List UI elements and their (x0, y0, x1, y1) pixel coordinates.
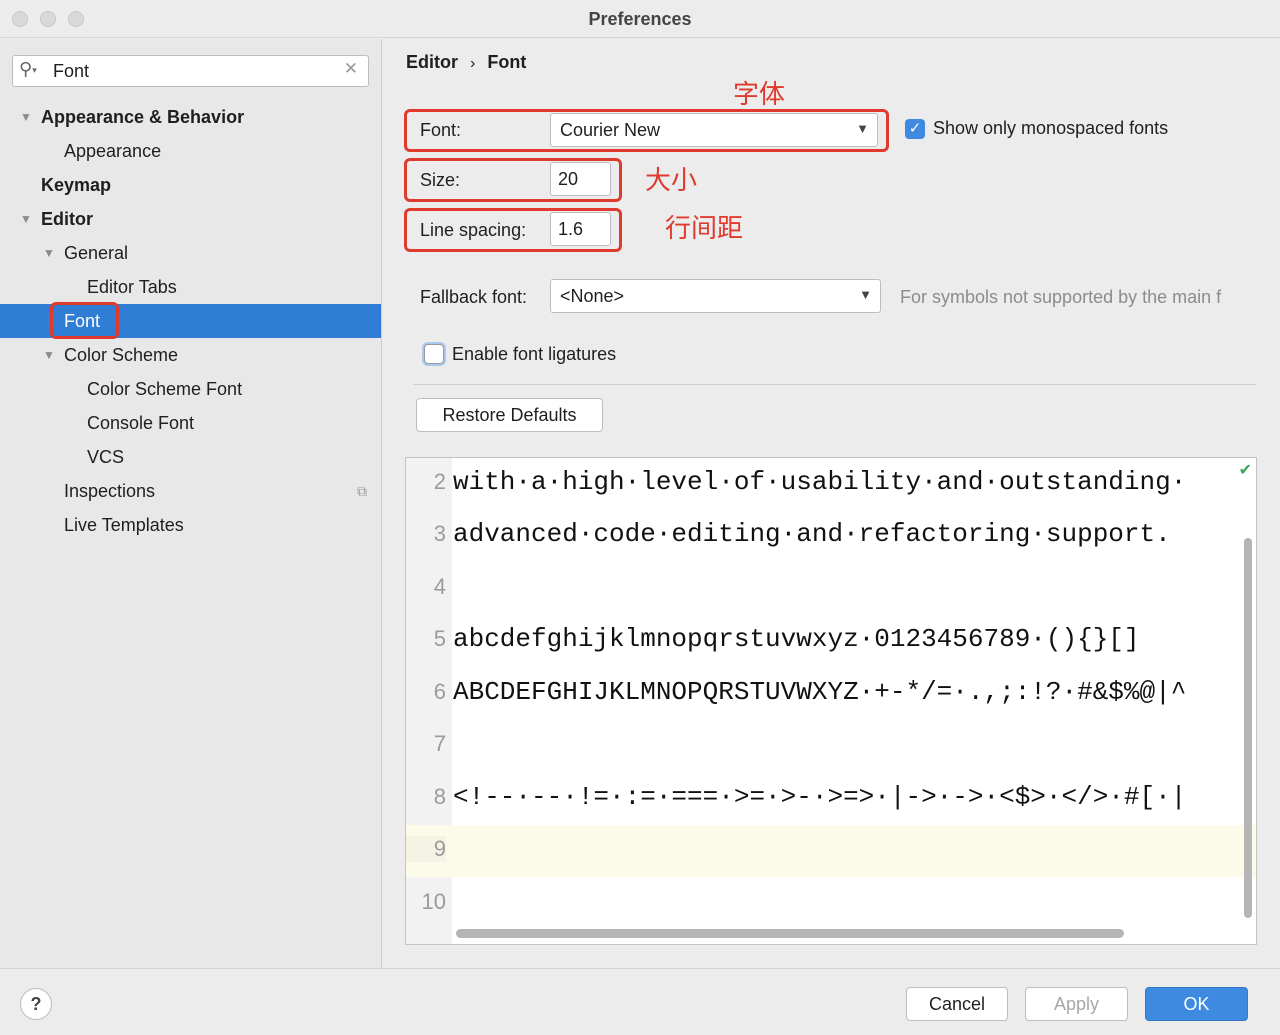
line-number: 3 (433, 521, 446, 546)
horizontal-scrollbar[interactable] (456, 929, 1124, 938)
breadcrumb-parent[interactable]: Editor (406, 52, 458, 72)
tree-item-label: Editor (41, 209, 93, 229)
ok-button[interactable]: OK (1145, 987, 1248, 1021)
preview-line: 3 advanced·code·editing·and·refactoring·… (406, 510, 1256, 562)
chevron-down-icon: ▼ (859, 287, 872, 302)
tree-item-label: Live Templates (64, 515, 184, 535)
fallback-font-value: <None> (560, 286, 625, 306)
tree-item-vcs[interactable]: VCS (0, 440, 381, 474)
tree-item-label: Editor Tabs (87, 277, 177, 297)
no-problems-check-icon: ✔ (1238, 462, 1252, 479)
annotation-highlight-font-item (50, 302, 119, 339)
help-button[interactable]: ? (20, 988, 52, 1020)
expanded-arrow-icon[interactable]: ▼ (20, 202, 32, 236)
apply-button[interactable]: Apply (1025, 987, 1128, 1021)
annotation-size-label: 大小 (645, 165, 698, 195)
section-divider (413, 384, 1256, 385)
breadcrumb-current: Font (487, 52, 527, 72)
line-number: 7 (433, 731, 446, 756)
tree-item-editor-tabs[interactable]: Editor Tabs (0, 270, 381, 304)
line-number: 10 (421, 889, 446, 914)
line-number: 4 (433, 574, 446, 599)
fallback-font-label: Fallback font: (420, 287, 528, 307)
tree-item-label: Keymap (41, 175, 112, 195)
tree-item-inspections[interactable]: Inspections ⧉ (0, 474, 381, 508)
fallback-font-dropdown[interactable]: <None> ▼ (550, 279, 881, 313)
preview-line: 2 with·a·high·level·of·usability·and·out… (406, 458, 1256, 510)
preview-line: 4 (406, 563, 1256, 615)
expanded-arrow-icon[interactable]: ▼ (43, 236, 55, 270)
ligatures-label[interactable]: Enable font ligatures (452, 344, 616, 365)
annotation-font-label: 字体 (733, 79, 786, 109)
fallback-font-hint: For symbols not supported by the main f (900, 287, 1222, 307)
tree-item-label: Console Font (87, 413, 195, 433)
dialog-footer: ? Cancel Apply OK (0, 968, 1280, 1035)
title-bar: Preferences (0, 0, 1280, 38)
breadcrumb: Editor › Font (406, 52, 526, 73)
vertical-scrollbar[interactable] (1244, 538, 1252, 918)
preview-current-line: 9 (406, 825, 1256, 877)
tree-item-label: Inspections (64, 481, 156, 501)
preview-code: <!--·--·!=·:=·===·>=·>-·>=>·|->·->·<$>·<… (453, 782, 1187, 812)
font-preview-editor[interactable]: 2 with·a·high·level·of·usability·and·out… (405, 457, 1257, 945)
line-number: 5 (433, 626, 446, 651)
window-title: Preferences (588, 9, 692, 29)
tree-item-keymap[interactable]: Keymap (0, 168, 381, 202)
settings-sidebar: ⚲▾ ✕ ▼ Appearance & Behavior Appearance … (0, 39, 382, 968)
preview-code: abcdefghijklmnopqrstuvwxyz·0123456789·()… (453, 624, 1140, 654)
tree-item-label: Appearance (64, 141, 162, 161)
annotation-highlight-font-row (404, 109, 889, 152)
cancel-button[interactable]: Cancel (906, 987, 1008, 1021)
tree-item-label: Color Scheme (64, 345, 179, 365)
line-number: 2 (433, 469, 446, 494)
search-input[interactable] (53, 59, 343, 83)
breadcrumb-separator: › (470, 55, 476, 72)
monospaced-checkbox[interactable]: ✓ (905, 119, 925, 139)
restore-defaults-button[interactable]: Restore Defaults (416, 398, 603, 432)
tree-item-label: Color Scheme Font (87, 379, 243, 399)
monospaced-label[interactable]: Show only monospaced fonts (933, 118, 1168, 139)
expanded-arrow-icon[interactable]: ▼ (43, 338, 55, 372)
preview-code: ABCDEFGHIJKLMNOPQRSTUVWXYZ·+-*/=·.,;:!?·… (453, 677, 1187, 707)
line-number: 6 (433, 679, 446, 704)
tree-item-label: VCS (87, 447, 125, 467)
clear-search-icon[interactable]: ✕ (344, 59, 358, 79)
expanded-arrow-icon[interactable]: ▼ (20, 100, 32, 134)
tree-item-label: General (64, 243, 129, 263)
tree-item-appearance[interactable]: Appearance (0, 134, 381, 168)
preview-line: 10 (406, 878, 1256, 930)
line-number: 9 (406, 836, 446, 862)
annotation-highlight-size-row (404, 158, 622, 202)
preview-line: 5 abcdefghijklmnopqrstuvwxyz·0123456789·… (406, 615, 1256, 667)
font-settings-panel: Editor › Font 字体 大小 行间距 Font: Courier New … (383, 39, 1280, 968)
preview-code: advanced·code·editing·and·refactoring·su… (453, 519, 1171, 549)
search-box[interactable]: ⚲▾ ✕ (12, 55, 369, 87)
tree-item-console-font[interactable]: Console Font (0, 406, 381, 440)
preview-line: 7 (406, 720, 1256, 772)
tree-item-general[interactable]: ▼ General (0, 236, 381, 270)
ligatures-checkbox[interactable] (424, 344, 444, 364)
copy-settings-icon: ⧉ (357, 483, 367, 499)
annotation-highlight-line-spacing-row (404, 208, 622, 252)
tree-item-label: Appearance & Behavior (41, 107, 245, 127)
preview-code: with·a·high·level·of·usability·and·outst… (453, 467, 1187, 497)
tree-item-editor[interactable]: ▼ Editor (0, 202, 381, 236)
annotation-line-spacing-label: 行间距 (665, 213, 744, 243)
tree-item-color-scheme[interactable]: ▼ Color Scheme (0, 338, 381, 372)
tree-item-appearance-behavior[interactable]: ▼ Appearance & Behavior (0, 100, 381, 134)
preview-line: 8 <!--·--·!=·:=·===·>=·>-·>=>·|->·->·<$>… (406, 773, 1256, 825)
line-number: 8 (433, 784, 446, 809)
tree-item-color-scheme-font[interactable]: Color Scheme Font (0, 372, 381, 406)
preview-line: 6 ABCDEFGHIJKLMNOPQRSTUVWXYZ·+-*/=·.,;:!… (406, 668, 1256, 720)
tree-item-live-templates[interactable]: Live Templates (0, 508, 381, 542)
search-icon[interactable]: ⚲▾ (19, 59, 37, 80)
